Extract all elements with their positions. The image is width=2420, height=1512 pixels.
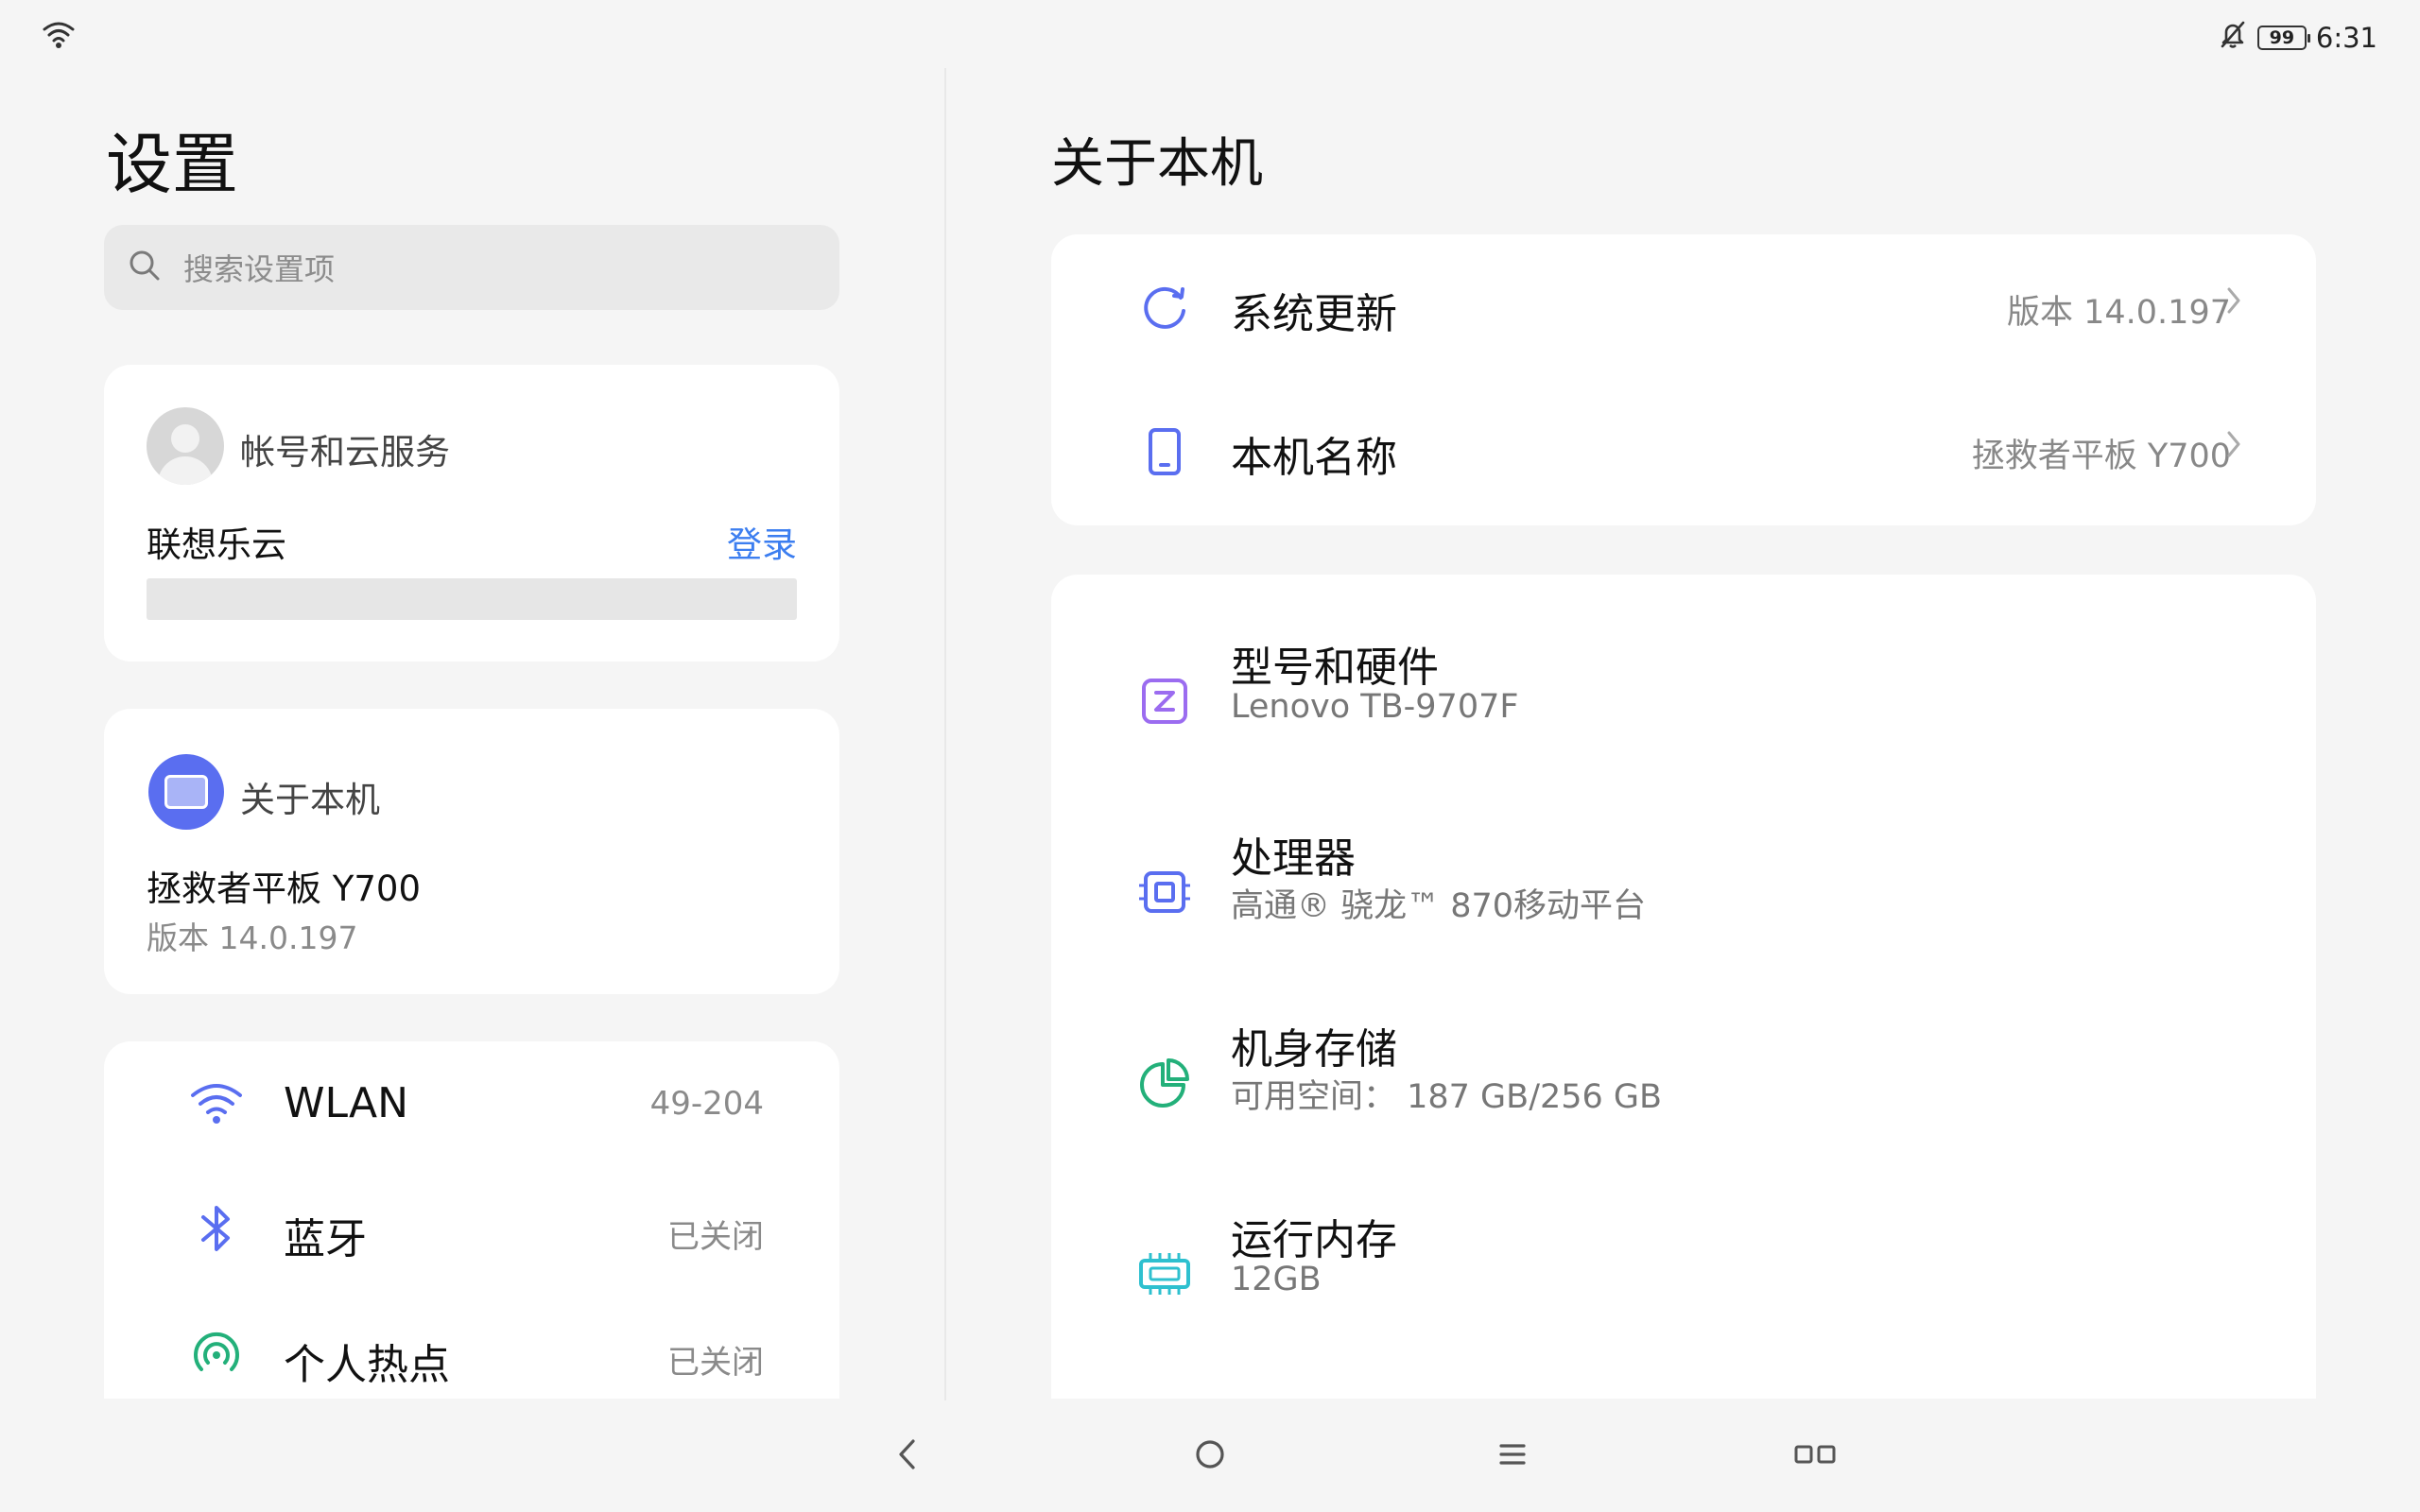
bell-off-icon bbox=[2218, 19, 2248, 56]
cloud-storage-bar bbox=[147, 578, 797, 620]
model-z-icon bbox=[1134, 671, 1195, 731]
detail-title: 关于本机 bbox=[1051, 133, 1263, 195]
about-device-name: 拯救者平板 Y700 bbox=[147, 868, 421, 909]
phone-icon bbox=[1134, 421, 1195, 482]
memory-chip-icon bbox=[1134, 1244, 1195, 1304]
wlan-label: WLAN bbox=[284, 1079, 409, 1127]
login-button[interactable]: 登录 bbox=[727, 516, 797, 567]
chevron-right-icon bbox=[2227, 287, 2240, 318]
settings-item-hotspot[interactable]: 个人热点 已关闭 bbox=[104, 1293, 839, 1399]
avatar bbox=[147, 407, 224, 485]
wifi-icon bbox=[187, 1074, 246, 1132]
storage-label: 机身存储 bbox=[1231, 1025, 1397, 1074]
page-title: 设置 bbox=[106, 126, 238, 203]
home-icon bbox=[1194, 1438, 1226, 1474]
system-update-item[interactable]: 系统更新 版本 14.0.197 bbox=[1051, 234, 2316, 380]
back-button[interactable] bbox=[879, 1433, 936, 1480]
system-update-label: 系统更新 bbox=[1231, 290, 1397, 338]
memory-label: 运行内存 bbox=[1231, 1216, 1397, 1264]
menu-icon bbox=[1497, 1440, 1528, 1472]
settings-item-wlan[interactable]: WLAN 49-204 bbox=[104, 1041, 839, 1164]
system-update-value: 版本 14.0.197 bbox=[2007, 294, 2231, 332]
model-label: 型号和硬件 bbox=[1231, 644, 1439, 692]
chevron-right-icon bbox=[2227, 431, 2240, 461]
battery-indicator: 99 bbox=[2256, 25, 2310, 50]
model-value: Lenovo TB-9707F bbox=[1231, 688, 1519, 726]
search-icon bbox=[127, 248, 163, 287]
update-name-card: 系统更新 版本 14.0.197 本机名称 拯救者平板 Y700 bbox=[1051, 234, 2316, 525]
model-hardware-item[interactable]: 型号和硬件 Lenovo TB-9707F bbox=[1051, 612, 2316, 782]
device-name-item[interactable]: 本机名称 拯救者平板 Y700 bbox=[1051, 380, 2316, 525]
device-name-label: 本机名称 bbox=[1231, 434, 1397, 482]
device-name-value: 拯救者平板 Y700 bbox=[1971, 438, 2231, 475]
processor-item[interactable]: 处理器 高通® 骁龙™ 870移动平台 bbox=[1051, 803, 2316, 973]
search-placeholder: 搜索设置项 bbox=[183, 251, 336, 287]
storage-item[interactable]: 机身存储 可用空间： 187 GB/256 GB bbox=[1051, 994, 2316, 1164]
account-card[interactable]: 帐号和云服务 联想乐云 登录 bbox=[104, 365, 839, 662]
account-title: 帐号和云服务 bbox=[240, 432, 450, 472]
pie-chart-icon bbox=[1134, 1053, 1195, 1113]
wifi-status-icon bbox=[42, 19, 76, 53]
panel-divider bbox=[944, 68, 946, 1400]
hardware-card: 型号和硬件 Lenovo TB-9707F 处理器 高通® 骁龙™ 870移动平… bbox=[1051, 575, 2316, 1399]
processor-value: 高通® 骁龙™ 870移动平台 bbox=[1231, 887, 1647, 925]
bluetooth-value: 已关闭 bbox=[667, 1218, 764, 1256]
wlan-value: 49-204 bbox=[649, 1085, 764, 1123]
about-device-card[interactable]: 关于本机 拯救者平板 Y700 版本 14.0.197 bbox=[104, 709, 839, 994]
tablet-icon bbox=[148, 754, 224, 830]
hotspot-value: 已关闭 bbox=[667, 1344, 764, 1382]
hotspot-label: 个人热点 bbox=[284, 1341, 450, 1389]
cloud-service-name: 联想乐云 bbox=[147, 524, 286, 565]
status-bar-right: 99 6:31 bbox=[2218, 19, 2377, 56]
back-icon bbox=[896, 1438, 919, 1474]
search-input[interactable]: 搜索设置项 bbox=[104, 225, 839, 310]
network-card: WLAN 49-204 蓝牙 已关闭 个人热点 已关闭 bbox=[104, 1041, 839, 1399]
storage-value: 可用空间： 187 GB/256 GB bbox=[1231, 1078, 1663, 1116]
about-version: 版本 14.0.197 bbox=[147, 919, 358, 956]
processor-label: 处理器 bbox=[1231, 834, 1356, 883]
recents-button[interactable] bbox=[1787, 1433, 1843, 1480]
refresh-icon bbox=[1134, 277, 1195, 337]
recents-icon bbox=[1793, 1442, 1837, 1470]
memory-item[interactable]: 运行内存 12GB bbox=[1051, 1185, 2316, 1355]
cpu-icon bbox=[1134, 862, 1195, 922]
settings-item-bluetooth[interactable]: 蓝牙 已关闭 bbox=[104, 1167, 839, 1290]
home-button[interactable] bbox=[1182, 1433, 1238, 1480]
hotspot-icon bbox=[187, 1325, 246, 1383]
menu-button[interactable] bbox=[1484, 1433, 1541, 1480]
status-time: 6:31 bbox=[2315, 21, 2377, 54]
bluetooth-label: 蓝牙 bbox=[284, 1215, 367, 1263]
bluetooth-icon bbox=[187, 1199, 246, 1258]
memory-value: 12GB bbox=[1231, 1261, 1322, 1298]
about-card-title: 关于本机 bbox=[240, 780, 380, 820]
